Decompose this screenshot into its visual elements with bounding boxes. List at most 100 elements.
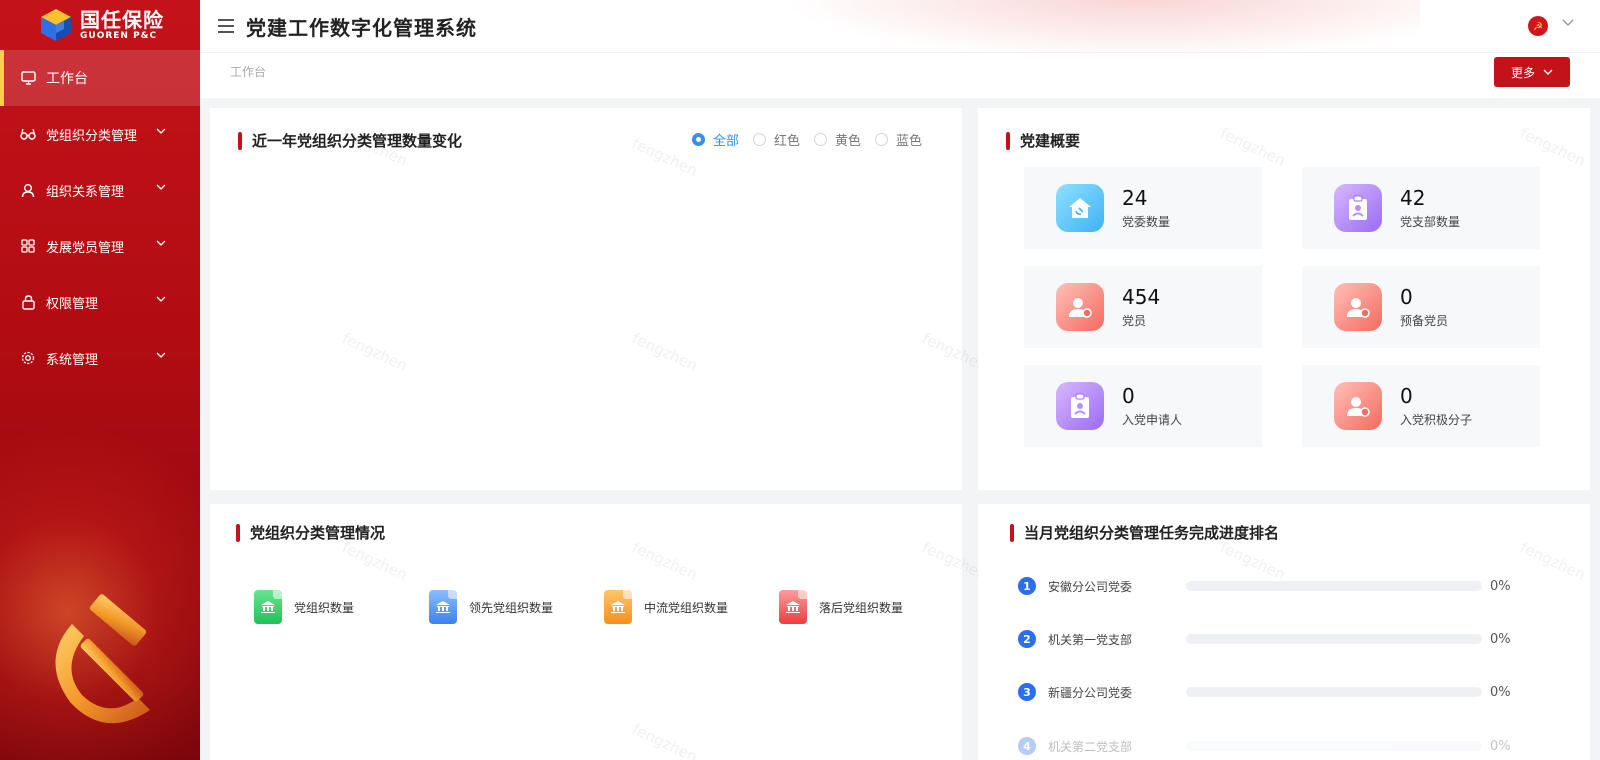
watermark: fengzhen xyxy=(339,329,411,375)
chevron-down-icon xyxy=(156,296,166,302)
clipboard-icon xyxy=(1334,184,1382,232)
party-emblem-avatar[interactable]: ☭ xyxy=(1528,16,1548,36)
member-icon xyxy=(1056,283,1104,331)
sidebar-item-label: 系统管理 xyxy=(46,352,99,368)
color-filter-radios: 全部 红色 黄色 蓝色 xyxy=(691,130,922,149)
radio-red[interactable]: 红色 xyxy=(752,130,800,149)
org-count-label: 领先党组织数量 xyxy=(469,600,554,615)
sidebar-item-org-relations[interactable]: 组织关系管理 xyxy=(0,162,200,218)
header-flag-decoration xyxy=(720,0,1420,52)
card-title: 近一年党组织分类管理数量变化 xyxy=(238,130,462,151)
brand-logo[interactable]: 国任保险 GUOREN P&C xyxy=(0,0,200,50)
org-count-label: 落后党组织数量 xyxy=(819,600,904,615)
watermark: fengzhen xyxy=(1517,124,1589,170)
sidebar-item-label: 组织关系管理 xyxy=(46,184,125,200)
card-title-text: 党建概要 xyxy=(1020,132,1081,150)
more-button[interactable]: 更多 xyxy=(1494,57,1570,87)
gear-icon xyxy=(20,350,36,366)
breadcrumb-bar: 工作台 更多 xyxy=(200,53,1600,98)
org-count-middle[interactable]: 中流党组织数量 xyxy=(604,590,779,624)
radio-label: 全部 xyxy=(712,134,739,149)
sidebar-item-org-classification[interactable]: 党组织分类管理 xyxy=(0,106,200,162)
stat-party-branches[interactable]: 42 党支部数量 xyxy=(1302,167,1540,249)
org-count-list: 党组织数量 领先党组织数量 中流党组织数量 落后党组织数量 xyxy=(254,590,954,624)
bank-document-icon xyxy=(604,590,632,624)
stat-label: 预备党员 xyxy=(1400,314,1449,328)
chevron-down-icon xyxy=(156,128,166,134)
progress-percent: 0% xyxy=(1490,738,1511,754)
progress-percent: 0% xyxy=(1490,684,1511,700)
rank-number: 3 xyxy=(1018,683,1036,701)
sidebar-item-system[interactable]: 系统管理 xyxy=(0,330,200,386)
sidebar-item-label: 工作台 xyxy=(46,71,88,87)
progress-percent: 0% xyxy=(1490,631,1511,647)
org-count-label: 党组织数量 xyxy=(294,600,355,615)
radio-blue[interactable]: 蓝色 xyxy=(874,130,922,149)
sidebar-item-workbench[interactable]: 工作台 xyxy=(0,50,200,106)
progress-track xyxy=(1186,634,1482,644)
stat-probationary-members[interactable]: 0 预备党员 xyxy=(1302,266,1540,348)
card-title-text: 党组织分类管理情况 xyxy=(250,524,386,542)
org-count-total[interactable]: 党组织数量 xyxy=(254,590,429,624)
top-header: 党建工作数字化管理系统 ☭ xyxy=(200,0,1600,53)
rank-number: 2 xyxy=(1018,630,1036,648)
sidebar-item-member-development[interactable]: 发展党员管理 xyxy=(0,218,200,274)
radio-yellow[interactable]: 黄色 xyxy=(813,130,861,149)
sidebar-item-permissions[interactable]: 权限管理 xyxy=(0,274,200,330)
lock-icon xyxy=(20,294,36,310)
chevron-down-icon xyxy=(156,184,166,190)
sidebar: 国任保险 GUOREN P&C 工作台 党组织分类管理 组织关系管理 发展党员管… xyxy=(0,0,200,760)
radio-all[interactable]: 全部 xyxy=(691,130,739,149)
stat-label: 入党积极分子 xyxy=(1400,413,1473,427)
radio-label: 蓝色 xyxy=(895,134,922,149)
rank-number: 4 xyxy=(1018,737,1036,755)
ranking-row[interactable]: 1 安徽分公司党委 0% xyxy=(1018,576,1518,596)
glasses-icon xyxy=(20,126,36,142)
card-title-text: 当月党组织分类管理任务完成进度排名 xyxy=(1024,524,1280,542)
monitor-icon xyxy=(20,70,36,86)
stat-label: 党员 xyxy=(1122,314,1147,328)
rank-number: 1 xyxy=(1018,577,1036,595)
chevron-down-icon xyxy=(1543,69,1553,75)
chevron-down-icon xyxy=(156,352,166,358)
watermark: fengzhen xyxy=(629,538,701,584)
watermark: fengzhen xyxy=(339,538,411,584)
trend-card: 近一年党组织分类管理数量变化 全部 红色 黄色 蓝色 fengzhen feng… xyxy=(210,108,990,490)
member-icon xyxy=(1334,382,1382,430)
watermark: fengzhen xyxy=(629,329,701,375)
stat-value: 0 xyxy=(1400,285,1413,309)
radio-label: 红色 xyxy=(773,134,800,149)
menu-toggle-icon[interactable] xyxy=(218,19,234,33)
org-count-leading[interactable]: 领先党组织数量 xyxy=(429,590,604,624)
stat-applicants[interactable]: 0 入党申请人 xyxy=(1024,365,1262,447)
brand-name: 国任保险 xyxy=(80,7,164,32)
ranking-row[interactable]: 3 新疆分公司党委 0% xyxy=(1018,682,1518,702)
watermark: fengzhen xyxy=(1517,538,1589,584)
breadcrumb[interactable]: 工作台 xyxy=(230,63,266,80)
stat-activists[interactable]: 0 入党积极分子 xyxy=(1302,365,1540,447)
rank-org-name: 机关第一党支部 xyxy=(1048,632,1133,647)
user-icon xyxy=(20,182,36,198)
overview-card: 党建概要 fengzhen fengzhen 24 党委数量 42 党支部数量 45… xyxy=(978,108,1590,490)
bank-document-icon xyxy=(254,590,282,624)
task-progress-ranking-card: 当月党组织分类管理任务完成进度排名 fengzhen fengzhen 1 安徽分… xyxy=(978,504,1590,760)
cube-logo-icon xyxy=(41,9,71,41)
rank-org-name: 安徽分公司党委 xyxy=(1048,579,1133,594)
stat-party-members[interactable]: 454 党员 xyxy=(1024,266,1262,348)
watermark: fengzhen xyxy=(629,720,701,760)
chevron-down-icon[interactable] xyxy=(1562,19,1574,27)
ranking-row[interactable]: 4 机关第二党支部 0% xyxy=(1018,736,1518,756)
clipboard-icon xyxy=(1056,382,1104,430)
party-house-icon xyxy=(1056,184,1104,232)
stat-party-committees[interactable]: 24 党委数量 xyxy=(1024,167,1262,249)
progress-percent: 0% xyxy=(1490,578,1511,594)
grid-icon xyxy=(20,238,36,254)
progress-track xyxy=(1186,581,1482,591)
ranking-row[interactable]: 2 机关第一党支部 0% xyxy=(1018,629,1518,649)
card-title: 当月党组织分类管理任务完成进度排名 xyxy=(1010,522,1279,543)
brand-name-en: GUOREN P&C xyxy=(80,30,158,41)
org-count-label: 中流党组织数量 xyxy=(644,600,729,615)
stat-value: 454 xyxy=(1122,285,1161,309)
org-count-lagging[interactable]: 落后党组织数量 xyxy=(779,590,954,624)
sidebar-menu: 工作台 党组织分类管理 组织关系管理 发展党员管理 权限管理 系统管理 xyxy=(0,50,200,386)
